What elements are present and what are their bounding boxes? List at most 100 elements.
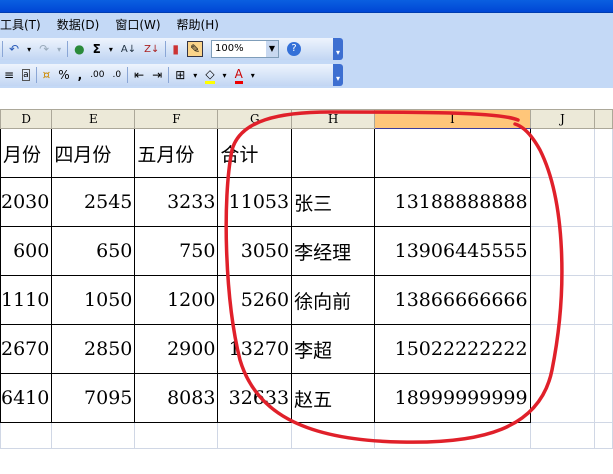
cell[interactable] bbox=[0, 422, 53, 449]
cell[interactable] bbox=[51, 422, 136, 449]
formatting-toolbar: ≡ a ¤ % , .00 .0 ⇤ ⇥ ⊞ ▾ ◇ ▾ A ▾ ▾ bbox=[0, 62, 613, 88]
cell[interactable]: 月份 bbox=[0, 128, 53, 178]
cell[interactable]: 13188888888 bbox=[374, 177, 531, 227]
cell[interactable]: 3233 bbox=[134, 177, 219, 227]
decrease-decimal-button[interactable]: .0 bbox=[113, 70, 122, 80]
borders-icon[interactable]: ⊞ bbox=[175, 68, 185, 82]
cell[interactable] bbox=[529, 177, 596, 227]
cell[interactable] bbox=[594, 275, 613, 325]
cell[interactable] bbox=[529, 226, 596, 276]
cell[interactable]: 四月份 bbox=[51, 128, 136, 178]
cell[interactable]: 李经理 bbox=[291, 226, 376, 276]
increase-indent-icon[interactable]: ⇥ bbox=[152, 68, 162, 82]
drawing-icon[interactable]: ✎ bbox=[186, 41, 203, 57]
cell[interactable]: 6410 bbox=[0, 373, 53, 423]
autosum-button[interactable]: Σ bbox=[93, 42, 101, 56]
merge-center-icon[interactable]: a bbox=[22, 69, 30, 81]
cell[interactable]: 750 bbox=[134, 226, 219, 276]
cell[interactable]: 32633 bbox=[217, 373, 293, 423]
cell[interactable] bbox=[594, 128, 613, 178]
cell[interactable]: 650 bbox=[51, 226, 136, 276]
cell[interactable]: 1200 bbox=[134, 275, 219, 325]
column-header-g[interactable]: G bbox=[217, 109, 293, 129]
column-header-e[interactable]: E bbox=[51, 109, 136, 129]
cell[interactable]: 13906445555 bbox=[374, 226, 531, 276]
align-right-icon[interactable]: ≡ bbox=[4, 68, 14, 82]
cell[interactable] bbox=[529, 373, 596, 423]
cell[interactable]: 8083 bbox=[134, 373, 219, 423]
sort-descending-button[interactable]: Z↓ bbox=[144, 44, 159, 55]
cell[interactable] bbox=[529, 128, 596, 178]
cell[interactable] bbox=[594, 177, 613, 227]
cell[interactable]: 合计 bbox=[217, 128, 293, 178]
menu-window[interactable]: 窗口(W) bbox=[115, 16, 160, 33]
percent-button[interactable]: % bbox=[58, 68, 69, 82]
menu-data[interactable]: 数据(D) bbox=[57, 16, 100, 33]
cell[interactable] bbox=[291, 422, 376, 449]
column-header-d[interactable]: D bbox=[0, 109, 53, 129]
menu-bar: 工具(T) 数据(D) 窗口(W) 帮助(H) bbox=[0, 13, 613, 36]
font-color-button[interactable]: A bbox=[234, 67, 243, 84]
cell[interactable]: 18999999999 bbox=[374, 373, 531, 423]
help-button[interactable]: ? bbox=[287, 42, 301, 56]
cell[interactable] bbox=[374, 422, 531, 449]
cell[interactable] bbox=[291, 128, 376, 178]
cell[interactable]: 1110 bbox=[0, 275, 53, 325]
cell[interactable] bbox=[594, 226, 613, 276]
cell[interactable] bbox=[374, 128, 531, 178]
cell[interactable] bbox=[134, 422, 219, 449]
increase-decimal-button[interactable]: .00 bbox=[90, 70, 104, 80]
table-row: 月份 四月份 五月份 合计 bbox=[0, 128, 613, 178]
cell[interactable] bbox=[594, 422, 613, 449]
cell[interactable] bbox=[529, 324, 596, 374]
table-row: 1110 1050 1200 5260 徐向前 13866666666 bbox=[0, 275, 613, 325]
cell[interactable] bbox=[529, 422, 596, 449]
cell[interactable]: 徐向前 bbox=[291, 275, 376, 325]
fill-color-icon[interactable]: ◇ bbox=[205, 67, 215, 84]
cell[interactable]: 1050 bbox=[51, 275, 136, 325]
cell[interactable] bbox=[594, 324, 613, 374]
column-header-k[interactable] bbox=[594, 109, 613, 129]
spreadsheet-grid: D E F G H I J 月份 四月份 五月份 合计 2030 2545 3233 1105… bbox=[0, 109, 613, 449]
cell[interactable]: 7095 bbox=[51, 373, 136, 423]
column-header-i[interactable]: I bbox=[374, 109, 531, 129]
toolbar-options-icon[interactable]: ▾ bbox=[333, 38, 343, 60]
menu-help[interactable]: 帮助(H) bbox=[177, 16, 219, 33]
column-header-f[interactable]: F bbox=[134, 109, 219, 129]
column-header-j[interactable]: J bbox=[529, 109, 596, 129]
cell[interactable] bbox=[217, 422, 293, 449]
redo-button[interactable]: ↷ bbox=[39, 42, 49, 56]
cell[interactable]: 2030 bbox=[0, 177, 53, 227]
cell[interactable] bbox=[529, 275, 596, 325]
cell[interactable]: 15022222222 bbox=[374, 324, 531, 374]
chevron-down-icon: ▼ bbox=[266, 41, 278, 57]
decrease-indent-icon[interactable]: ⇤ bbox=[134, 68, 144, 82]
cell[interactable]: 五月份 bbox=[134, 128, 219, 178]
cell[interactable]: 13270 bbox=[217, 324, 293, 374]
cell[interactable]: 2545 bbox=[51, 177, 136, 227]
column-header-h[interactable]: H bbox=[291, 109, 376, 129]
undo-button[interactable]: ↶ bbox=[9, 42, 19, 56]
cell[interactable]: 张三 bbox=[291, 177, 376, 227]
hyperlink-icon[interactable]: ● bbox=[74, 42, 84, 56]
comma-button[interactable]: , bbox=[78, 68, 83, 82]
formula-bar[interactable] bbox=[0, 88, 613, 109]
cell[interactable]: 600 bbox=[0, 226, 53, 276]
toolbar-options-icon[interactable]: ▾ bbox=[333, 64, 343, 86]
chart-wizard-icon[interactable]: ▮ bbox=[172, 42, 179, 56]
cell[interactable]: 2900 bbox=[134, 324, 219, 374]
cell[interactable]: 李超 bbox=[291, 324, 376, 374]
cell[interactable]: 5260 bbox=[217, 275, 293, 325]
sort-ascending-button[interactable]: A↓ bbox=[121, 44, 136, 55]
cell[interactable]: 11053 bbox=[217, 177, 293, 227]
menu-tools[interactable]: 工具(T) bbox=[0, 16, 41, 33]
cell[interactable]: 13866666666 bbox=[374, 275, 531, 325]
cell[interactable]: 2850 bbox=[51, 324, 136, 374]
cell[interactable]: 2670 bbox=[0, 324, 53, 374]
zoom-select[interactable]: 100% ▼ bbox=[211, 40, 279, 58]
cell[interactable] bbox=[594, 373, 613, 423]
cell[interactable]: 3050 bbox=[217, 226, 293, 276]
table-row: 2670 2850 2900 13270 李超 15022222222 bbox=[0, 324, 613, 374]
cell[interactable]: 赵五 bbox=[291, 373, 376, 423]
currency-icon[interactable]: ¤ bbox=[43, 68, 51, 82]
